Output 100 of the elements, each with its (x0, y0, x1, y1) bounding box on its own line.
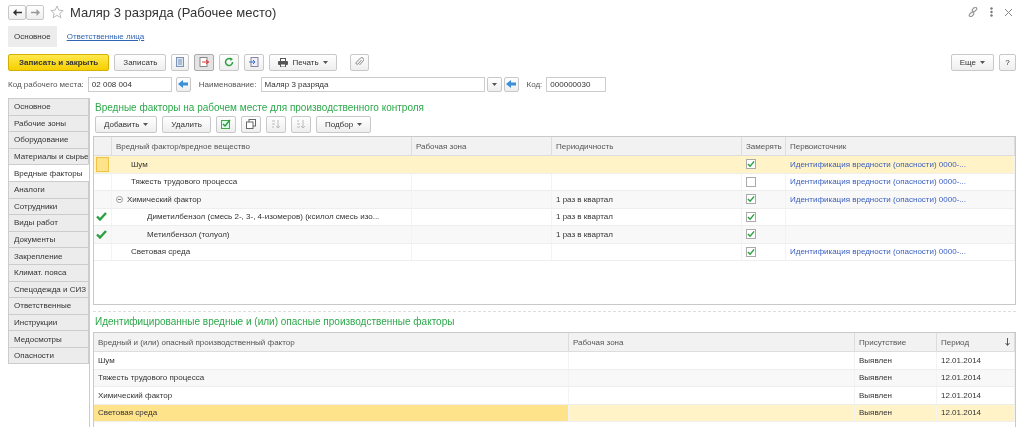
checkmark-icon (220, 119, 231, 129)
field-label: Код: (526, 79, 543, 89)
check-button[interactable] (215, 115, 236, 133)
printer-icon (278, 57, 289, 67)
name-field[interactable]: Маляр 3 разряда (260, 76, 485, 92)
checkbox[interactable] (746, 246, 756, 257)
help-button[interactable]: ? (999, 53, 1016, 71)
source-link[interactable]: Идентификация вредности (опасности) 0000-... (790, 194, 966, 204)
star-icon[interactable] (50, 5, 64, 19)
window-title: Маляр 3 разряда (Рабочее место) (70, 4, 277, 20)
table-cell: Химический фактор (98, 390, 173, 400)
column-header[interactable]: Замерять (742, 137, 786, 155)
sort-icon (1005, 338, 1010, 346)
checkbox[interactable] (746, 211, 756, 222)
sidebar-item[interactable]: Медосмотры (8, 330, 89, 347)
sort-icon (270, 119, 281, 129)
sidebar-item[interactable]: Закрепление (8, 247, 89, 264)
copy-icon (245, 119, 256, 129)
field-label: Наименование: (198, 79, 257, 89)
dropdown-button[interactable] (486, 76, 502, 92)
sidebar-item[interactable]: Виды работ (8, 214, 89, 231)
column-header[interactable]: Периодичность (552, 137, 742, 155)
table-cell: 12.01.2014 (941, 355, 982, 365)
add-button[interactable]: Добавить (95, 115, 158, 133)
checkbox[interactable] (746, 194, 756, 205)
caret-icon (491, 82, 497, 86)
column-header[interactable]: Рабочая зона (412, 137, 552, 155)
refresh-button[interactable] (219, 53, 240, 71)
source-link[interactable]: Идентификация вредности (опасности) 0000-... (790, 177, 966, 187)
checkbox[interactable] (746, 159, 756, 170)
field-label: Код рабочего места: (8, 79, 84, 89)
table-cell: Метилбензол (толуол) (147, 229, 230, 239)
pick-button[interactable]: Подбор (315, 115, 372, 133)
refresh-icon (224, 57, 235, 67)
open-button[interactable] (503, 76, 519, 92)
table-cell: Выявлен (859, 408, 893, 418)
tick-icon (747, 195, 755, 204)
list-button[interactable] (171, 53, 190, 71)
tick-icon (747, 247, 755, 256)
column-header[interactable]: Рабочая зона (569, 333, 855, 351)
table-cell: Тяжесть трудового процесса (98, 373, 205, 383)
row-cursor (96, 156, 109, 172)
table-cell: Шум (98, 355, 115, 365)
table-cell: 1 раз в квартал (556, 212, 613, 222)
table-cell: Выявлен (859, 390, 893, 400)
delete-button[interactable]: Удалить (162, 115, 211, 133)
code-field[interactable]: 000000030 (546, 76, 607, 92)
source-link[interactable]: Идентификация вредности (опасности) 0000-... (790, 247, 966, 257)
column-header[interactable]: Вредный и (или) опасный производственный фактор (94, 333, 569, 351)
column-header[interactable]: Вредный фактор/вредное вещество (112, 137, 412, 155)
caret-icon (980, 60, 985, 64)
table-cell: Диметилбензол (смесь 2-, 3-, 4-изомеров) (ксилол смесь изо... (147, 212, 380, 222)
sidebar-item[interactable]: Основное (8, 98, 89, 115)
tick-icon (747, 160, 755, 169)
import-button[interactable] (244, 53, 265, 71)
checkbox[interactable] (746, 229, 756, 240)
column-header[interactable]: Присутствие (855, 333, 937, 351)
paperclip-icon (354, 57, 364, 67)
caret-icon (322, 60, 328, 64)
more-button[interactable]: Еще (950, 53, 994, 71)
sort-icon (295, 119, 306, 129)
table-cell: 12.01.2014 (941, 373, 982, 383)
import-icon (249, 57, 260, 67)
table-cell: 12.01.2014 (941, 390, 982, 400)
open-button[interactable] (175, 76, 191, 92)
copy-button[interactable] (240, 115, 261, 133)
table-cell: Световая среда (131, 247, 191, 257)
tick-icon (747, 230, 755, 239)
code-field[interactable]: 02 008 004 (87, 76, 172, 92)
caret-icon (143, 122, 149, 126)
table-cell: 1 раз в квартал (556, 194, 613, 204)
tick-icon (747, 212, 755, 221)
checkbox[interactable] (746, 176, 756, 187)
back-arrow-icon (12, 8, 22, 16)
back-button[interactable] (8, 4, 26, 20)
table-cell: Выявлен (859, 355, 893, 365)
column-header[interactable]: Первоисточник (786, 137, 1015, 155)
source-link[interactable]: Идентификация вредности (опасности) 0000-... (790, 159, 966, 169)
sidebar-item[interactable]: Ответственные (8, 297, 89, 314)
save-button[interactable]: Записать (114, 53, 167, 71)
column-header[interactable]: Период (937, 333, 1015, 351)
section-title: Вредные факторы на рабочем месте для производственного контроля (95, 102, 425, 113)
sidebar-item[interactable]: Оборудование (8, 131, 89, 148)
document-button[interactable] (194, 53, 215, 71)
table-cell: Световая среда (98, 408, 158, 418)
table-cell: Выявлен (859, 373, 893, 383)
collapse-icon[interactable] (116, 195, 123, 203)
tab-link[interactable]: Ответственные лица (60, 25, 151, 47)
caret-icon (357, 122, 363, 126)
forward-arrow-icon (30, 8, 40, 16)
save-close-button[interactable]: Записать и закрыть (8, 53, 110, 71)
tab[interactable]: Основное (8, 25, 57, 47)
more-icon[interactable] (990, 7, 993, 17)
link-icon[interactable] (968, 7, 978, 17)
table-cell: 12.01.2014 (941, 408, 982, 418)
attach-button[interactable] (349, 53, 369, 71)
close-icon[interactable] (1005, 8, 1012, 16)
arrow-icon (178, 80, 189, 88)
print-button[interactable]: Печать (269, 53, 337, 71)
sidebar-item[interactable]: Вредные факторы (8, 164, 89, 181)
